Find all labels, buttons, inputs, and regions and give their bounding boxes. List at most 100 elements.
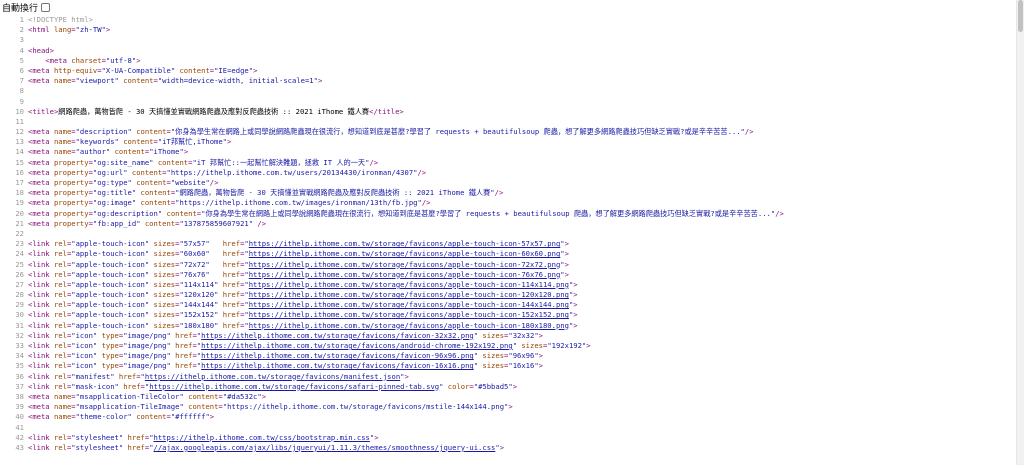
- code-token: >: [136, 55, 141, 65]
- source-link[interactable]: https://ithelp.ithome.com.tw/storage/fav…: [249, 239, 561, 248]
- code-token: "網路爬蟲，萬物皆爬 - 30 天搞懂並實戰網路爬蟲及應對反爬蟲技術 :: 20…: [175, 188, 495, 198]
- code-token: "icon": [71, 330, 98, 340]
- source-link[interactable]: https://ithelp.ithome.com.tw/storage/fav…: [201, 351, 474, 360]
- line-number: 42: [15, 432, 24, 442]
- code-token: "apple-touch-icon": [71, 310, 150, 320]
- line-code: <link rel="stylesheet" href="//ajax.goog…: [28, 443, 504, 453]
- source-link[interactable]: https://ithelp.ithome.com.tw/storage/fav…: [201, 361, 474, 370]
- code-token: "137875859607921": [179, 218, 254, 228]
- vertical-scrollbar[interactable]: [1016, 0, 1024, 465]
- line-code: <meta property="og:image" content="https…: [28, 198, 430, 208]
- scrollbar-thumb[interactable]: [1018, 0, 1023, 32]
- code-token: "msapplication-TileImage": [75, 402, 184, 412]
- code-token: "mask-icon": [71, 381, 119, 391]
- source-link[interactable]: https://ithelp.ithome.com.tw/storage/fav…: [149, 382, 439, 391]
- line-wrap-toggle[interactable]: 自動換行: [2, 1, 51, 14]
- code-token: href: [222, 310, 241, 320]
- source-link[interactable]: https://ithelp.ithome.com.tw/storage/fav…: [201, 331, 474, 340]
- source-line: 22: [0, 229, 1016, 239]
- source-line: 21 <meta property="fb:app_id" content="13…: [0, 219, 1016, 229]
- code-token: <link: [28, 249, 54, 259]
- source-line: 19 <meta property="og:image" content="htt…: [0, 198, 1016, 208]
- line-number: 7: [19, 76, 24, 86]
- code-token: "keywords": [75, 137, 119, 147]
- toolbar: 自動換行: [0, 0, 1024, 14]
- code-token: />: [494, 188, 504, 198]
- code-token: "msapplication-TileColor": [75, 391, 184, 401]
- line-number: 39: [15, 402, 24, 412]
- code-token: <meta: [28, 147, 54, 157]
- code-token: <title>: [28, 106, 59, 116]
- code-token: <link: [28, 341, 54, 350]
- line-code: <link rel="apple-touch-icon" sizes="144x…: [28, 300, 578, 310]
- line-number: 30: [15, 310, 24, 320]
- line-wrap-checkbox[interactable]: [41, 2, 51, 12]
- source-line: 32 <link rel="icon" type="image/png" href…: [0, 331, 1016, 341]
- code-token: property: [53, 178, 89, 187]
- code-token: content: [114, 147, 145, 157]
- source-link[interactable]: https://ithelp.ithome.com.tw/storage/fav…: [249, 260, 561, 269]
- code-token: href: [127, 442, 145, 452]
- source-line: 31 <link rel="apple-touch-icon" sizes="18…: [0, 321, 1016, 331]
- code-token: "fb:app_id": [92, 218, 141, 228]
- code-token: "icon": [71, 361, 98, 371]
- code-token: <meta: [28, 198, 54, 208]
- code-token: "180x180": [179, 320, 219, 330]
- source-line: 20 <meta property="og:description" conten…: [0, 209, 1016, 219]
- line-number: 31: [15, 320, 24, 330]
- code-token: >: [538, 330, 543, 340]
- source-link[interactable]: https://ithelp.ithome.com.tw/storage/fav…: [249, 270, 561, 279]
- code-token: <link: [28, 320, 54, 330]
- source-line: 13 <meta name="keywords" content="iT邦幫忙,i…: [0, 137, 1016, 147]
- source-link[interactable]: https://ithelp.ithome.com.tw/storage/fav…: [249, 280, 569, 289]
- source-line: 12 <meta name="description" content="你身為學…: [0, 127, 1016, 137]
- source-line: 16 <meta property="og:url" content="https…: [0, 168, 1016, 178]
- line-number: 11: [15, 116, 24, 126]
- line-code: <meta name="author" content="iThome">: [28, 147, 188, 157]
- code-token: <link: [28, 381, 54, 391]
- code-token: href: [222, 239, 241, 249]
- code-token: "image/png": [123, 351, 171, 361]
- source-line: 26 <link rel="apple-touch-icon" sizes="76…: [0, 270, 1016, 280]
- source-link[interactable]: https://ithelp.ithome.com.tw/storage/fav…: [249, 249, 561, 258]
- code-token: "utf-8": [105, 55, 137, 65]
- source-link[interactable]: https://ithelp.ithome.com.tw/storage/fav…: [201, 341, 513, 350]
- code-token: />: [369, 157, 379, 167]
- source-link[interactable]: //ajax.googleapis.com/ajax/libs/jqueryui…: [154, 443, 496, 452]
- code-token: rel: [53, 290, 67, 300]
- code-token: "viewport": [75, 76, 119, 86]
- code-token: lang: [53, 25, 72, 35]
- code-token: content: [140, 188, 171, 198]
- line-code: <meta property="og:description" content=…: [28, 209, 784, 219]
- source-link[interactable]: https://ithelp.ithome.com.tw/storage/fav…: [249, 290, 569, 299]
- code-token: color: [447, 381, 470, 391]
- line-code: <link rel="icon" type="image/png" href="…: [28, 351, 543, 361]
- code-token: >: [253, 65, 258, 75]
- code-token: "manifest": [71, 371, 115, 381]
- source-link[interactable]: https://ithelp.ithome.com.tw/storage/fav…: [249, 300, 569, 309]
- code-token: "apple-touch-icon": [71, 279, 150, 289]
- code-token: "你身為學生常在網路上或同學說網路爬蟲現在很流行，想知道到底是甚麼?學習了 re…: [170, 127, 745, 137]
- source-view: 1 <!DOCTYPE html> 2 <html lang="zh-TW"> 3 4 <h…: [0, 15, 1016, 465]
- code-token: content: [188, 391, 219, 401]
- code-token: content: [157, 157, 189, 167]
- code-token: "icon": [71, 341, 98, 350]
- line-number: 41: [15, 422, 24, 432]
- code-token: />: [209, 178, 219, 187]
- code-token: rel: [53, 279, 67, 289]
- source-link[interactable]: https://ithelp.ithome.com.tw/storage/fav…: [249, 310, 569, 319]
- source-link[interactable]: https://ithelp.ithome.com.tw/storage/fav…: [249, 321, 569, 330]
- code-token: property: [53, 188, 89, 198]
- code-token: property: [53, 198, 89, 208]
- source-link[interactable]: https://ithelp.ithome.com.tw/storage/fav…: [145, 372, 400, 381]
- line-number: 10: [15, 106, 24, 116]
- code-token: href: [222, 290, 241, 300]
- code-token: "114x114": [179, 279, 219, 289]
- source-link[interactable]: https://ithelp.ithome.com.tw/css/bootstr…: [154, 433, 370, 442]
- code-token: "og:url": [92, 167, 128, 177]
- line-code: <meta property="og:title" content="網路爬蟲，…: [28, 188, 503, 198]
- code-token: "apple-touch-icon": [71, 269, 150, 279]
